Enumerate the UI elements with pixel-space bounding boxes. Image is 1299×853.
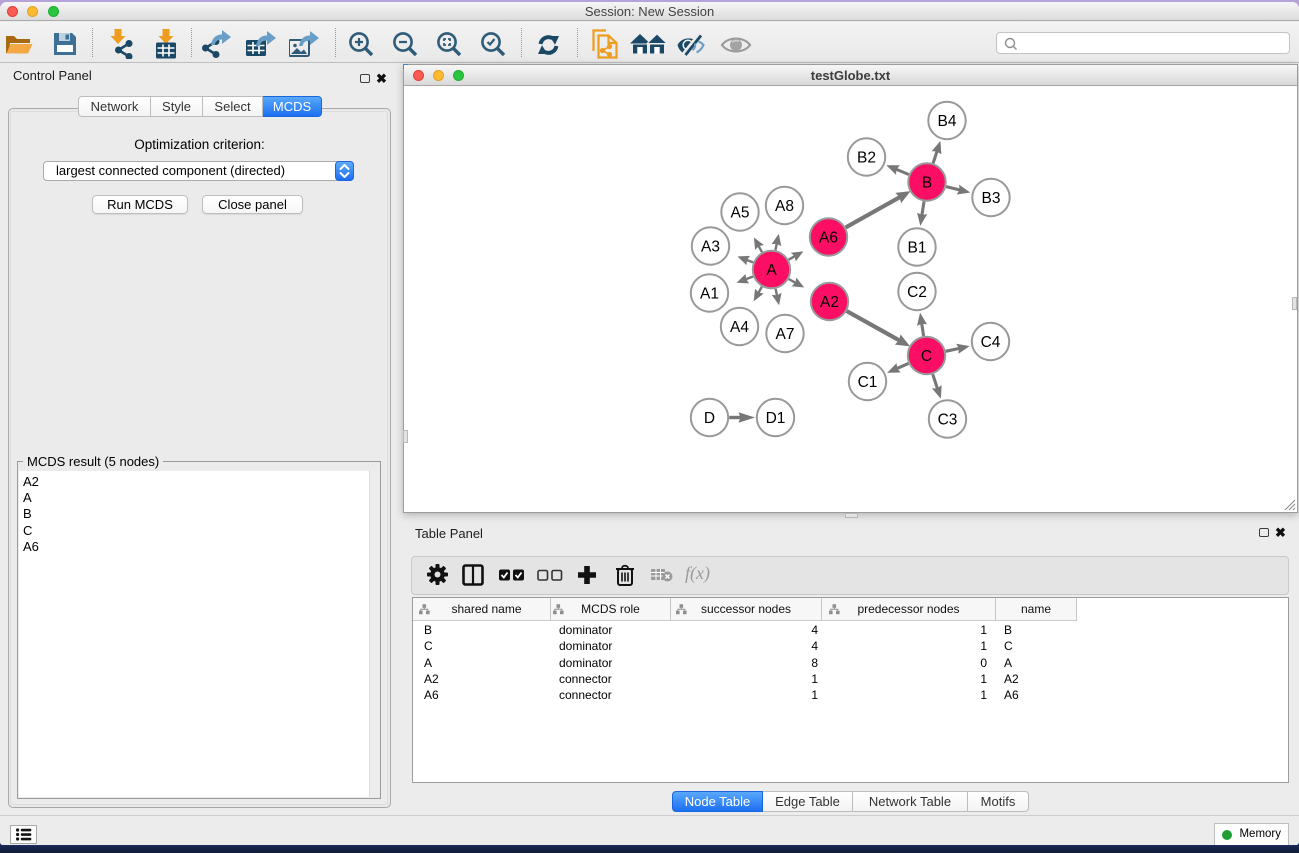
svg-text:A2: A2 [820, 294, 839, 311]
svg-text:A3: A3 [701, 239, 720, 256]
svg-text:A5: A5 [731, 205, 750, 222]
svg-text:C1: C1 [858, 374, 878, 391]
svg-text:A7: A7 [776, 326, 795, 343]
svg-text:D1: D1 [766, 410, 786, 427]
svg-text:B2: B2 [857, 150, 876, 167]
svg-text:D: D [704, 410, 715, 427]
svg-text:B: B [922, 175, 932, 192]
svg-text:C: C [921, 348, 932, 365]
svg-text:C4: C4 [981, 334, 1001, 351]
svg-text:C2: C2 [907, 284, 927, 301]
svg-text:B4: B4 [938, 113, 957, 130]
svg-text:B3: B3 [982, 190, 1001, 207]
svg-text:B1: B1 [908, 240, 927, 257]
svg-text:A8: A8 [775, 198, 794, 215]
svg-text:C3: C3 [938, 412, 958, 429]
svg-text:A6: A6 [819, 230, 838, 247]
svg-text:A1: A1 [700, 286, 719, 303]
svg-text:A4: A4 [730, 319, 749, 336]
svg-text:A: A [766, 262, 777, 279]
